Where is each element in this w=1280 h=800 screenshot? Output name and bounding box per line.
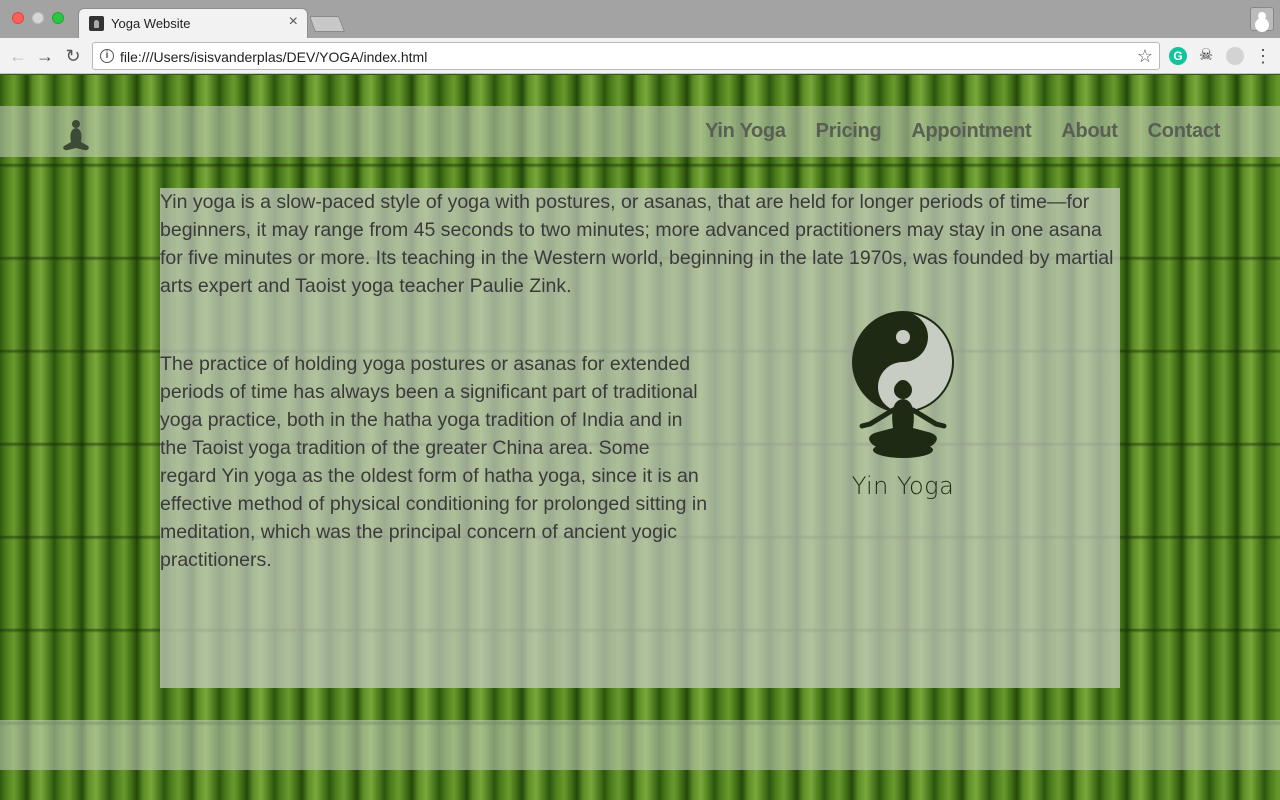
reload-icon[interactable]: ↻ <box>61 44 85 68</box>
window-close-button[interactable] <box>12 12 24 24</box>
content-panel: Yin yoga is a slow-paced style of yoga w… <box>160 188 1120 688</box>
grammarly-extension-icon[interactable]: G <box>1169 47 1187 65</box>
page-background: Yin Yoga Pricing Appointment About Conta… <box>0 75 1280 800</box>
address-bar[interactable]: i file:///Users/isisvanderplas/DEV/YOGA/… <box>92 42 1160 70</box>
bookmark-star-icon[interactable]: ☆ <box>1137 46 1153 67</box>
tab-close-icon[interactable]: × <box>289 14 298 30</box>
pirate-extension-icon[interactable]: ☠ <box>1197 47 1215 65</box>
browser-toolbar: ← → ↻ i file:///Users/isisvanderplas/DEV… <box>0 38 1280 74</box>
url-text[interactable]: file:///Users/isisvanderplas/DEV/YOGA/in… <box>120 49 427 65</box>
site-footer <box>0 720 1280 770</box>
new-tab-button[interactable] <box>309 16 345 32</box>
extension-icon[interactable] <box>1226 47 1244 65</box>
nav-link-yin-yoga[interactable]: Yin Yoga <box>705 120 786 143</box>
nav-link-pricing[interactable]: Pricing <box>816 120 882 143</box>
meditation-logo-icon[interactable] <box>60 118 92 154</box>
browser-titlebar: Yoga Website × <box>0 0 1280 38</box>
window-minimize-button[interactable] <box>32 12 44 24</box>
nav-link-appointment[interactable]: Appointment <box>911 120 1031 143</box>
favicon-icon <box>89 16 104 31</box>
forward-arrow-icon[interactable]: → <box>33 44 57 68</box>
nav-link-about[interactable]: About <box>1061 120 1118 143</box>
info-icon[interactable]: i <box>100 49 114 63</box>
nav-links: Yin Yoga Pricing Appointment About Conta… <box>705 120 1220 143</box>
browser-menu-icon[interactable]: ⋮ <box>1254 44 1272 68</box>
nav-link-contact[interactable]: Contact <box>1148 120 1221 143</box>
browser-tab[interactable]: Yoga Website × <box>78 8 308 38</box>
logo-caption: Yin Yoga <box>851 472 955 500</box>
history-paragraph: The practice of holding yoga postures or… <box>160 353 708 571</box>
site-navbar: Yin Yoga Pricing Appointment About Conta… <box>0 106 1280 157</box>
tab-title: Yoga Website <box>111 16 191 31</box>
window-maximize-button[interactable] <box>52 12 64 24</box>
profile-icon[interactable] <box>1250 7 1274 31</box>
back-arrow-icon[interactable]: ← <box>6 44 30 68</box>
intro-paragraph: Yin yoga is a slow-paced style of yoga w… <box>160 191 1114 297</box>
